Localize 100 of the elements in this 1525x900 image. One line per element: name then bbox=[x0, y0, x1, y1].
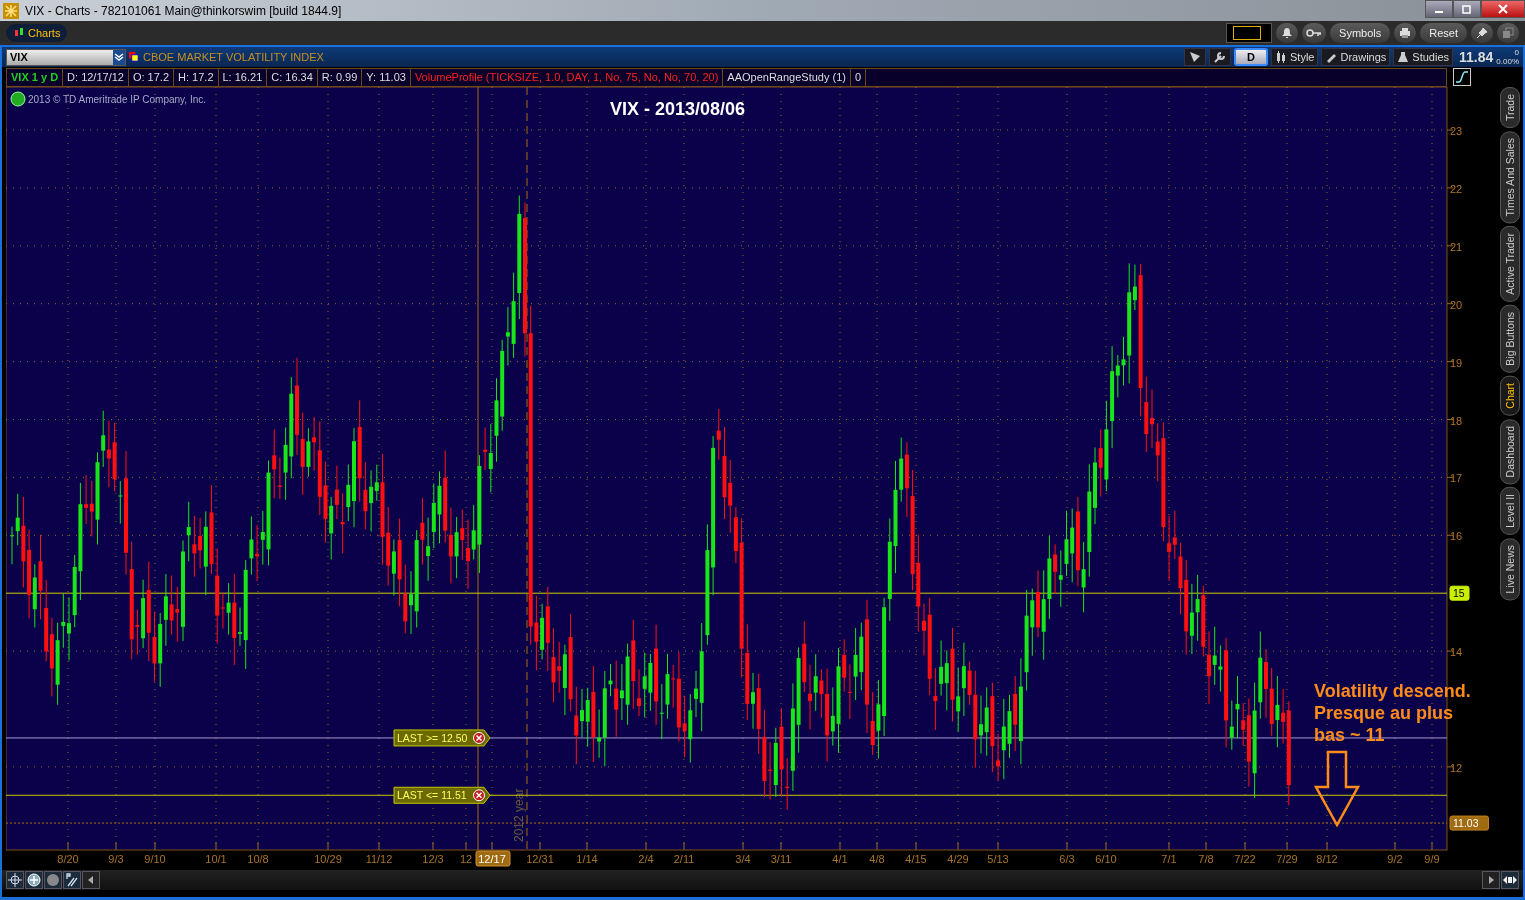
date-tick: 3/11 bbox=[770, 853, 792, 865]
price-tick: 18 bbox=[1450, 414, 1463, 427]
info-cell: VIX 1 y D bbox=[7, 68, 64, 86]
date-tick: 9/9 bbox=[1424, 853, 1440, 865]
date-tick: 7/8 bbox=[1198, 853, 1214, 865]
charts-tab[interactable]: Charts bbox=[6, 24, 68, 42]
price-tick: 17 bbox=[1450, 472, 1463, 485]
date-tick: 10/1 bbox=[205, 853, 227, 865]
date-tick: 12/3 bbox=[422, 853, 444, 865]
side-tab[interactable]: Live News bbox=[1500, 537, 1520, 601]
curve-icon[interactable] bbox=[1453, 68, 1471, 86]
date-tick: 12 bbox=[459, 853, 473, 865]
color-swatch[interactable] bbox=[1226, 23, 1273, 43]
expand-icon[interactable] bbox=[1501, 871, 1519, 889]
info-cell: 0 bbox=[851, 68, 867, 86]
symbols-button[interactable]: Symbols bbox=[1330, 23, 1391, 43]
close-icon[interactable] bbox=[1481, 0, 1525, 18]
chart-tool-button[interactable]: Drawings bbox=[1321, 48, 1391, 66]
date-tick: 7/1 bbox=[1161, 853, 1177, 865]
date-tick: 6/3 bbox=[1059, 853, 1075, 865]
date-tick: 2/11 bbox=[673, 853, 695, 865]
info-icon[interactable] bbox=[10, 91, 26, 107]
note-text: Presque au plus bbox=[1314, 703, 1454, 723]
reset-scale-icon[interactable] bbox=[63, 871, 81, 889]
price-label: 11.03 bbox=[1449, 815, 1489, 831]
date-tick: 9/10 bbox=[144, 853, 166, 865]
note-text: bas ~ 11 bbox=[1314, 725, 1385, 745]
aggregation-button[interactable]: D bbox=[1234, 48, 1268, 66]
candlestick-icon bbox=[1275, 51, 1287, 63]
price-tick: 20 bbox=[1450, 298, 1463, 311]
side-tab[interactable]: Times And Sales bbox=[1500, 131, 1520, 224]
alert-label[interactable]: LAST >= 12.50 bbox=[393, 729, 491, 747]
date-tick: 4/29 bbox=[947, 853, 969, 865]
price-label: 15 bbox=[1449, 585, 1470, 601]
date-tick: 12/17 bbox=[478, 853, 506, 865]
info-cell: L: 16.21 bbox=[218, 68, 268, 86]
info-cell: Y: 11.03 bbox=[362, 68, 411, 86]
reset-button[interactable]: Reset bbox=[1420, 23, 1467, 43]
price-tick: 16 bbox=[1450, 530, 1463, 543]
chart-title: VIX - 2013/08/06 bbox=[610, 99, 746, 119]
date-tick: 11/12 bbox=[365, 853, 393, 865]
alert-label[interactable]: LAST <= 11.51 bbox=[393, 786, 491, 804]
note-text: Volatility descend. bbox=[1314, 681, 1471, 701]
scroll-right-icon[interactable] bbox=[1482, 871, 1500, 889]
drawing-tools-icon[interactable] bbox=[1184, 48, 1206, 66]
date-tick: 6/10 bbox=[1095, 853, 1117, 865]
info-cell: C: 16.34 bbox=[267, 68, 318, 86]
remove-icon[interactable] bbox=[473, 789, 485, 802]
chart-tool-button[interactable]: Style bbox=[1271, 48, 1319, 66]
info-cell: R: 0.99 bbox=[317, 68, 363, 86]
date-tick: 7/22 bbox=[1234, 853, 1256, 865]
info-cell: D: 12/17/12 bbox=[63, 68, 129, 86]
date-tick: 9/2 bbox=[1387, 853, 1403, 865]
date-tick: 1/14 bbox=[576, 853, 598, 865]
date-tick: 8/12 bbox=[1316, 853, 1338, 865]
remove-icon[interactable] bbox=[473, 731, 485, 744]
symbol-field[interactable]: VIX bbox=[6, 48, 126, 66]
flask-icon bbox=[1397, 51, 1410, 63]
squares-icon[interactable] bbox=[129, 51, 140, 63]
chevron-icon[interactable] bbox=[114, 52, 124, 62]
bell-icon[interactable] bbox=[1276, 23, 1299, 43]
maximize-icon[interactable] bbox=[1453, 0, 1481, 18]
year-marker: 2012 year bbox=[512, 788, 526, 842]
zoom-in-icon[interactable] bbox=[25, 871, 43, 889]
price-tick: 22 bbox=[1450, 182, 1463, 195]
zoom-out-icon[interactable] bbox=[44, 871, 62, 889]
price-tick: 23 bbox=[1450, 125, 1463, 137]
wrench-icon[interactable] bbox=[1209, 48, 1231, 66]
side-tab[interactable]: Dashboard bbox=[1500, 418, 1520, 485]
side-tab[interactable]: Active Trader bbox=[1500, 226, 1520, 303]
info-cell: VolumeProfile (TICKSIZE, 1.0, DAY, 1, No, 75, No, No, 70, 20) bbox=[410, 68, 724, 86]
side-tab[interactable]: Trade bbox=[1500, 87, 1520, 129]
price-tick: 12 bbox=[1450, 761, 1463, 774]
symbol-description: CBOE MARKET VOLATILITY INDEX bbox=[143, 51, 324, 63]
date-tick: 2/4 bbox=[638, 853, 654, 865]
date-tick: 7/29 bbox=[1276, 853, 1298, 865]
date-tick: 4/1 bbox=[832, 853, 848, 865]
info-cell: O: 17.2 bbox=[128, 68, 175, 86]
side-tab[interactable]: Chart bbox=[1500, 376, 1520, 416]
date-tick: 10/8 bbox=[247, 853, 269, 865]
minimize-icon[interactable] bbox=[1425, 0, 1453, 18]
copyright-text: 2013 © TD Ameritrade IP Company, Inc. bbox=[28, 94, 206, 105]
date-tick: 10/29 bbox=[314, 853, 342, 865]
crosshair-icon[interactable] bbox=[6, 871, 24, 889]
info-cell: H: 17.2 bbox=[174, 68, 219, 86]
app-icon bbox=[3, 2, 19, 19]
scroll-left-icon[interactable] bbox=[82, 871, 100, 889]
pin-icon[interactable] bbox=[1471, 23, 1493, 43]
price-tick: 19 bbox=[1450, 356, 1463, 369]
info-cell: AAOpenRangeStudy (1) bbox=[723, 68, 851, 86]
window-title: VIX - Charts - 782101061 Main@thinkorswim [build 1844.9] bbox=[25, 3, 342, 18]
price-tick: 21 bbox=[1450, 240, 1463, 253]
key-icon[interactable] bbox=[1302, 23, 1327, 43]
print-icon[interactable] bbox=[1394, 23, 1417, 43]
side-tab[interactable]: Level II bbox=[1500, 487, 1520, 535]
date-tick: 12/31 bbox=[526, 853, 554, 865]
chart-tool-button[interactable]: Studies bbox=[1393, 48, 1454, 66]
detach-icon[interactable] bbox=[1497, 23, 1519, 43]
percent-change: 0.00% bbox=[1496, 57, 1519, 66]
side-tab[interactable]: Big Buttons bbox=[1500, 305, 1520, 373]
